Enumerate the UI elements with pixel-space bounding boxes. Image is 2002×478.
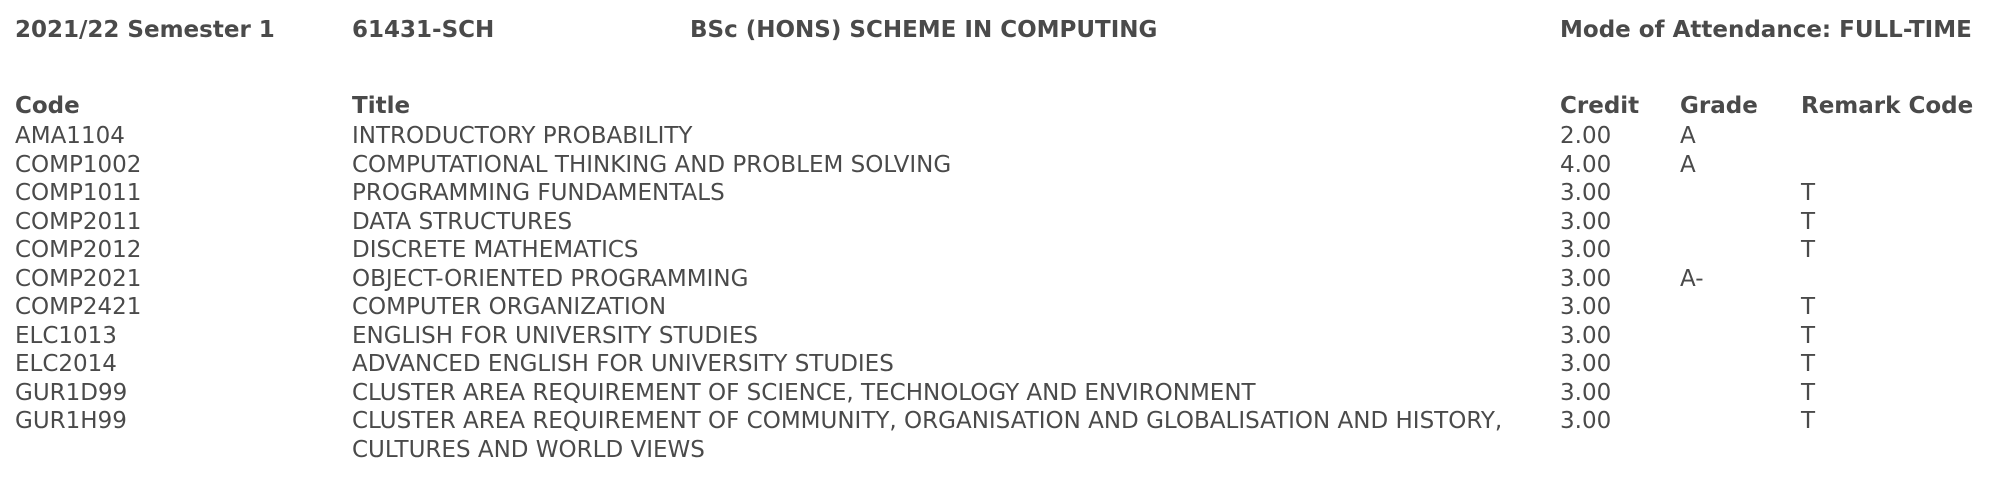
course-code: COMP1002 [15,151,142,178]
course-remark-code: T [1801,379,1816,406]
course-remark-code [1801,265,1995,294]
course-remark-code: T [1801,351,1816,377]
course-remark-code: T [1801,208,1816,235]
course-title: PROGRAMMING FUNDAMENTALS [352,180,725,206]
semester-label: 2021/22 Semester 1 [15,17,275,43]
course-credit: 2.00 [1560,123,1612,149]
course-code: COMP2011 [15,208,142,235]
table-row: COMP1002 COMPUTATIONAL THINKING AND PROB… [15,151,1995,180]
course-grade [1680,322,1801,351]
table-row: COMP2012 DISCRETE MATHEMATICS 3.00 T [15,236,1995,265]
course-code: COMP2421 [15,294,142,320]
course-title: ENGLISH FOR UNIVERSITY STUDIES [352,322,758,349]
course-credit: 3.00 [1560,265,1612,292]
course-grade [1680,179,1801,208]
course-grade: A [1680,123,1696,149]
course-code: ELC2014 [15,351,117,377]
course-title: CLUSTER AREA REQUIREMENT OF SCIENCE, TEC… [352,379,1256,406]
course-credit: 3.00 [1560,408,1612,434]
course-code: COMP2021 [15,265,142,292]
course-grade: A- [1680,265,1704,292]
course-grade [1680,350,1801,379]
course-title: DISCRETE MATHEMATICS [352,237,639,263]
table-row: ELC2014 ADVANCED ENGLISH FOR UNIVERSITY … [15,350,1995,379]
course-results-table: Code Title Credit Grade Remark Code AMA1… [15,90,1995,464]
column-header-title: Title [352,93,411,119]
programme-code: 61431-SCH [352,17,495,43]
semester-header: 2021/22 Semester 1 61431-SCH BSc (HONS) … [0,12,2002,48]
course-grade [1680,208,1801,237]
course-code: GUR1D99 [15,379,128,406]
course-credit: 3.00 [1560,180,1612,206]
mode-of-attendance: Mode of Attendance: FULL-TIME [1560,17,1972,43]
table-row: COMP2421 COMPUTER ORGANIZATION 3.00 T [15,293,1995,322]
column-header-grade: Grade [1680,93,1758,119]
column-header-remark-code: Remark Code [1801,93,1974,119]
table-row: GUR1D99 CLUSTER AREA REQUIREMENT OF SCIE… [15,379,1995,408]
course-remark-code: T [1801,322,1816,349]
course-grade [1680,407,1801,464]
table-row: ELC1013 ENGLISH FOR UNIVERSITY STUDIES 3… [15,322,1995,351]
course-remark-code: T [1801,294,1816,320]
table-row: COMP2021 OBJECT-ORIENTED PROGRAMMING 3.0… [15,265,1995,294]
course-remark-code: T [1801,180,1816,206]
course-code: COMP2012 [15,237,142,263]
course-credit: 3.00 [1560,294,1612,320]
course-grade [1680,379,1801,408]
course-title: ADVANCED ENGLISH FOR UNIVERSITY STUDIES [352,351,894,377]
table-header-row: Code Title Credit Grade Remark Code [15,90,1995,122]
course-remark-code: T [1801,408,1816,434]
table-row: AMA1104 INTRODUCTORY PROBABILITY 2.00 A [15,122,1995,151]
programme-name: BSc (HONS) SCHEME IN COMPUTING [690,17,1158,43]
table-row: COMP1011 PROGRAMMING FUNDAMENTALS 3.00 T [15,179,1995,208]
course-title: COMPUTER ORGANIZATION [352,294,667,320]
course-title: INTRODUCTORY PROBABILITY [352,123,693,149]
column-header-code: Code [15,93,80,119]
course-code: ELC1013 [15,322,117,349]
course-remark-code [1801,122,1995,151]
table-row: GUR1H99 CLUSTER AREA REQUIREMENT OF COMM… [15,407,1995,464]
course-code: GUR1H99 [15,408,127,434]
course-credit: 3.00 [1560,322,1612,349]
course-grade [1680,236,1801,265]
course-title: COMPUTATIONAL THINKING AND PROBLEM SOLVI… [352,151,952,178]
course-grade [1680,293,1801,322]
course-remark-code: T [1801,237,1816,263]
column-header-credit: Credit [1560,93,1640,119]
course-title: DATA STRUCTURES [352,208,573,235]
course-remark-code [1801,151,1995,180]
course-credit: 4.00 [1560,151,1612,178]
course-code: AMA1104 [15,123,125,149]
course-title: CLUSTER AREA REQUIREMENT OF COMMUNITY, O… [352,408,1503,463]
course-credit: 3.00 [1560,237,1612,263]
table-row: COMP2011 DATA STRUCTURES 3.00 T [15,208,1995,237]
course-credit: 3.00 [1560,379,1612,406]
course-code: COMP1011 [15,180,142,206]
course-title: OBJECT-ORIENTED PROGRAMMING [352,265,749,292]
course-credit: 3.00 [1560,208,1612,235]
course-credit: 3.00 [1560,351,1612,377]
course-grade: A [1680,151,1696,178]
